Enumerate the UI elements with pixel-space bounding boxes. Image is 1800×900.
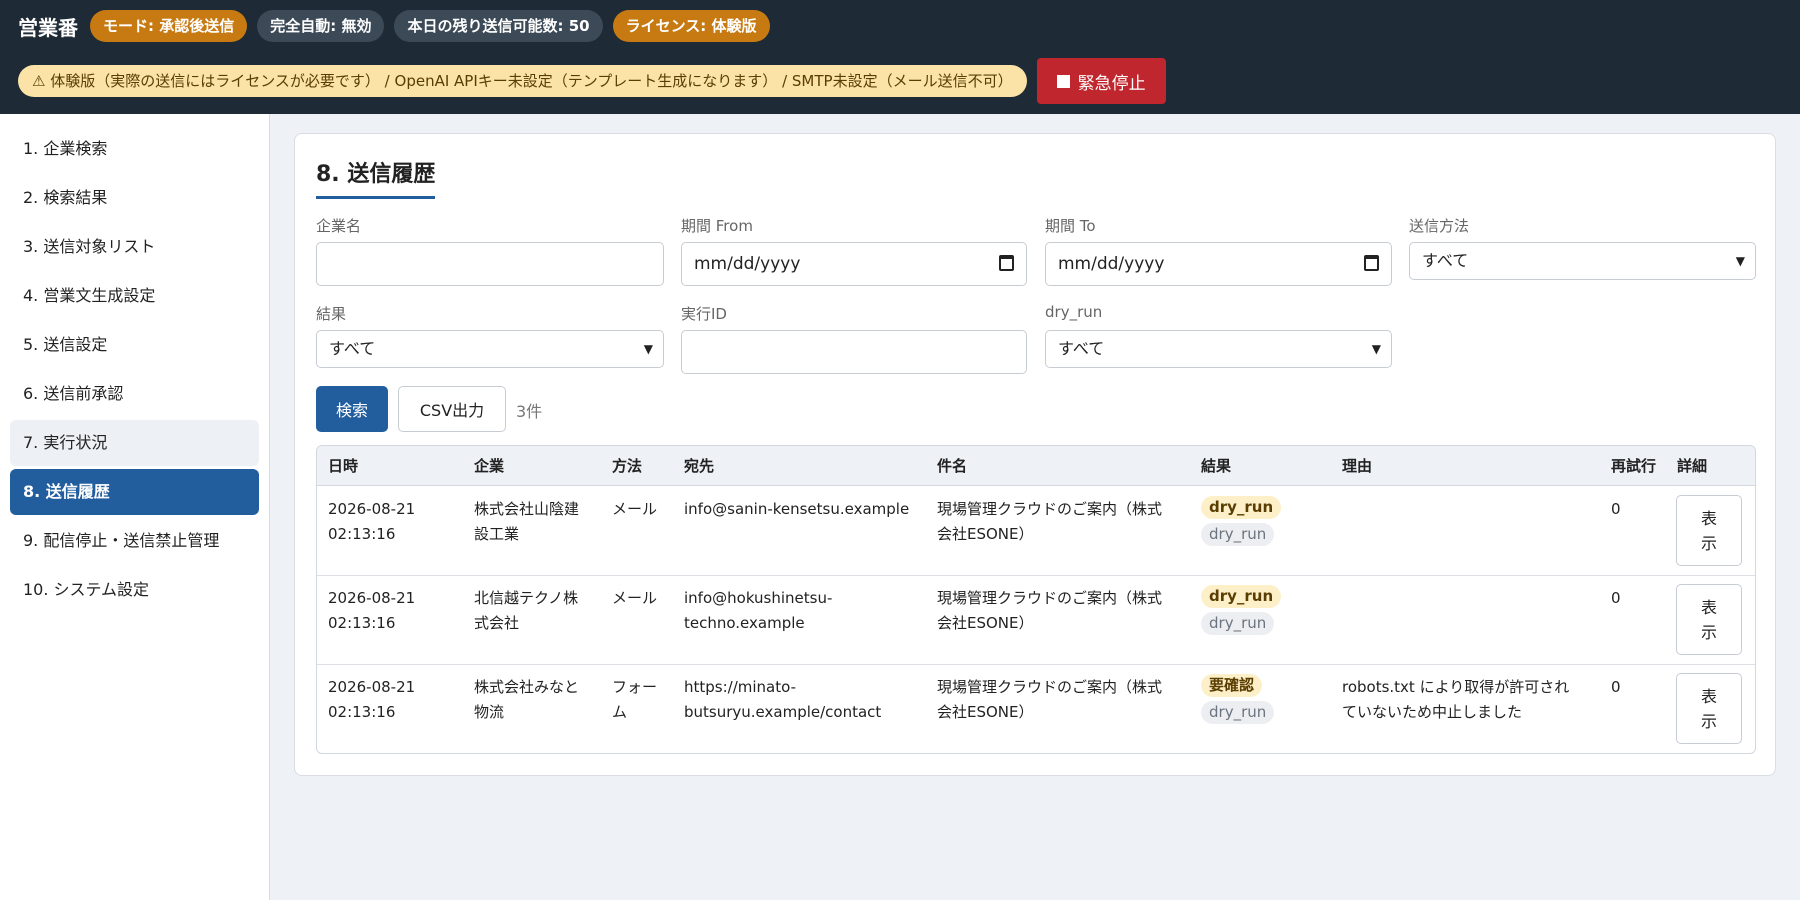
cell-subject: 現場管理クラウドのご案内（株式 会社ESONE）	[937, 500, 1163, 543]
result-select[interactable]: すべて ▼	[316, 330, 664, 368]
stop-icon	[1056, 74, 1070, 88]
company-name-input[interactable]	[316, 242, 664, 286]
view-detail-button[interactable]: 表示	[1676, 673, 1742, 744]
cell-result: dry_run dry_run	[1201, 584, 1282, 638]
result-badge: dry_run	[1201, 496, 1282, 519]
chevron-down-icon: ▼	[1735, 254, 1745, 268]
chevron-down-icon: ▼	[643, 342, 653, 356]
mode-badge: モード: 承認後送信	[90, 10, 248, 42]
table-row: 2026-08-21 02:13:16 株式会社山陰建 設工業 メール info@s…	[317, 487, 1755, 576]
column-header-to: 宛先	[684, 457, 715, 475]
sidebar-nav: 1. 企業検索 2. 検索結果 3. 送信対象リスト 4. 営業文生成設定 5.…	[0, 114, 270, 900]
column-header-subject: 件名	[937, 457, 968, 475]
cell-result: 要確認 dry_run	[1201, 673, 1275, 727]
header-status-row: 営業番 モード: 承認後送信 完全自動: 無効 本日の残り送信可能数: 50 ラ…	[18, 10, 770, 42]
sidebar-item-execution-status[interactable]: 7. 実行状況	[10, 420, 259, 466]
calendar-icon[interactable]	[999, 255, 1014, 271]
send-method-select[interactable]: すべて ▼	[1409, 242, 1756, 280]
calendar-icon[interactable]	[1364, 255, 1379, 271]
cell-subject: 現場管理クラウドのご案内（株式 会社ESONE）	[937, 589, 1163, 632]
cell-retry: 0	[1611, 500, 1621, 518]
sidebar-item-message-generation[interactable]: 4. 営業文生成設定	[10, 273, 259, 319]
sidebar-item-target-list[interactable]: 3. 送信対象リスト	[10, 224, 259, 270]
sidebar-item-send-history[interactable]: 8. 送信履歴	[10, 469, 259, 515]
app-title: 営業番	[18, 15, 78, 40]
cell-reason: robots.txt により取得が許可され ていないため中止しました	[1342, 678, 1570, 721]
header-warning-row: ⚠ 体験版（実際の送信にはライセンスが必要です） / OpenAI APIキー未…	[18, 58, 1166, 104]
sidebar-item-search-results[interactable]: 2. 検索結果	[10, 175, 259, 221]
page-title: 8. 送信履歴	[316, 156, 436, 199]
result-badge: dry_run	[1201, 585, 1282, 608]
cell-method: メール	[612, 589, 658, 607]
date-from-placeholder: mm/dd/yyyy	[694, 254, 801, 274]
column-header-detail: 詳細	[1677, 457, 1708, 475]
csv-export-button[interactable]: CSV出力	[398, 386, 506, 432]
cell-method: フォーム	[612, 678, 658, 721]
result-value: すべて	[329, 339, 376, 358]
license-badge: ライセンス: 体験版	[612, 10, 770, 42]
dry-run-badge: dry_run	[1201, 523, 1275, 546]
result-badge: 要確認	[1201, 674, 1263, 697]
result-count: 3件	[516, 402, 543, 421]
emergency-stop-button[interactable]: 緊急停止	[1036, 58, 1166, 104]
column-header-company: 企業	[474, 457, 505, 475]
warning-banner: ⚠ 体験版（実際の送信にはライセンスが必要です） / OpenAI APIキー未…	[18, 65, 1027, 97]
cell-to: info@hokushinetsu-techno.example	[684, 589, 833, 632]
top-header: 営業番 モード: 承認後送信 完全自動: 無効 本日の残り送信可能数: 50 ラ…	[0, 0, 1800, 114]
send-method-label: 送信方法	[1409, 217, 1470, 235]
sidebar-item-company-search[interactable]: 1. 企業検索	[10, 126, 259, 172]
cell-company: 株式会社みなと 物流	[474, 678, 580, 721]
remaining-sends-badge: 本日の残り送信可能数: 50	[394, 10, 603, 42]
column-header-result: 結果	[1201, 457, 1232, 475]
view-detail-button[interactable]: 表示	[1676, 584, 1742, 655]
cell-datetime: 2026-08-21 02:13:16	[328, 500, 416, 543]
history-table: 日時 企業 方法 宛先 件名 結果 理由 再試行 詳細 2026-08-21 02…	[316, 445, 1756, 754]
column-header-retry: 再試行	[1611, 457, 1657, 475]
send-method-value: すべて	[1422, 251, 1469, 270]
run-id-label: 実行ID	[681, 305, 727, 323]
column-header-method: 方法	[612, 457, 643, 475]
full-auto-badge: 完全自動: 無効	[257, 10, 385, 42]
table-row: 2026-08-21 02:13:16 株式会社みなと 物流 フォーム https:…	[317, 665, 1755, 753]
cell-to: info@sanin-kensetsu.example	[684, 500, 910, 518]
cell-company: 株式会社山陰建 設工業	[474, 500, 580, 543]
date-to-input[interactable]: mm/dd/yyyy	[1045, 242, 1392, 286]
sidebar-item-send-settings[interactable]: 5. 送信設定	[10, 322, 259, 368]
send-history-panel: 8. 送信履歴 企業名 期間 From mm/dd/yyyy 期間 To mm/…	[294, 133, 1776, 776]
cell-method: メール	[612, 500, 658, 518]
cell-datetime: 2026-08-21 02:13:16	[328, 678, 416, 721]
dry-run-select[interactable]: すべて ▼	[1045, 330, 1392, 368]
dry-run-label: dry_run	[1045, 303, 1103, 321]
date-to-label: 期間 To	[1045, 217, 1096, 235]
cell-result: dry_run dry_run	[1201, 495, 1282, 549]
sidebar-item-unsubscribe-management[interactable]: 9. 配信停止・送信禁止管理	[10, 518, 259, 564]
date-from-label: 期間 From	[681, 217, 753, 235]
view-detail-button[interactable]: 表示	[1676, 495, 1742, 566]
column-header-datetime: 日時	[328, 457, 359, 475]
table-row: 2026-08-21 02:13:16 北信越テクノ株 式会社 メール info@h…	[317, 576, 1755, 665]
search-button[interactable]: 検索	[316, 386, 388, 432]
cell-company: 北信越テクノ株 式会社	[474, 589, 579, 632]
cell-to: https://minato-butsuryu.example/contact	[684, 678, 882, 721]
date-from-input[interactable]: mm/dd/yyyy	[681, 242, 1027, 286]
cell-subject: 現場管理クラウドのご案内（株式 会社ESONE）	[937, 678, 1163, 721]
cell-retry: 0	[1611, 589, 1621, 607]
sidebar-item-system-settings[interactable]: 10. システム設定	[10, 567, 259, 613]
chevron-down-icon: ▼	[1371, 342, 1381, 356]
result-label: 結果	[316, 305, 347, 323]
cell-datetime: 2026-08-21 02:13:16	[328, 589, 416, 632]
date-to-placeholder: mm/dd/yyyy	[1058, 254, 1165, 274]
run-id-input[interactable]	[681, 330, 1027, 374]
dry-run-badge: dry_run	[1201, 612, 1275, 635]
company-name-label: 企業名	[316, 217, 362, 235]
dry-run-value: すべて	[1058, 339, 1105, 358]
dry-run-badge: dry_run	[1201, 701, 1275, 724]
table-header: 日時 企業 方法 宛先 件名 結果 理由 再試行 詳細	[317, 446, 1755, 486]
cell-retry: 0	[1611, 678, 1621, 696]
column-header-reason: 理由	[1342, 457, 1373, 475]
sidebar-item-pre-send-approval[interactable]: 6. 送信前承認	[10, 371, 259, 417]
emergency-stop-label: 緊急停止	[1077, 73, 1146, 94]
